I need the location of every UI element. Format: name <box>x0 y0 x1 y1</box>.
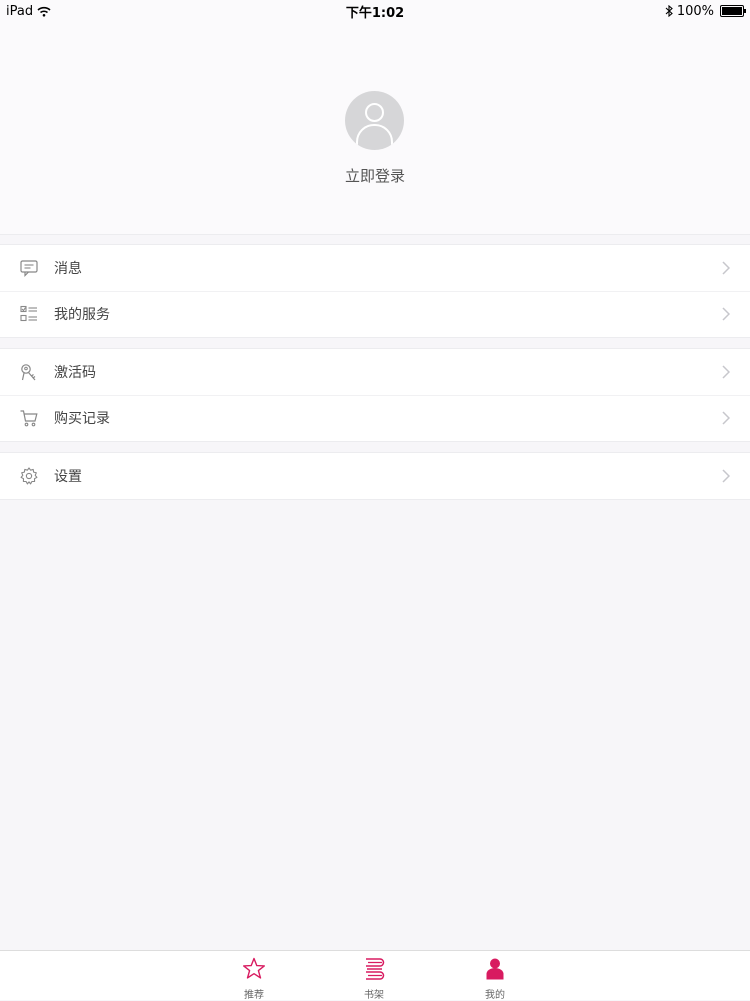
chat-bubble-icon <box>20 260 38 277</box>
tab-bar: 推荐 书架 我的 <box>0 950 750 1001</box>
chevron-right-icon <box>722 307 730 321</box>
star-icon <box>243 957 265 979</box>
cart-icon <box>20 410 38 427</box>
menu-item-activation-code[interactable]: 激活码 <box>0 349 750 395</box>
tab-mine[interactable]: 我的 <box>465 951 525 1001</box>
bluetooth-icon <box>665 5 673 17</box>
menu-label-activation-code: 激活码 <box>54 365 96 381</box>
menu-label-settings: 设置 <box>54 469 82 485</box>
menu-item-settings[interactable]: 设置 <box>0 453 750 499</box>
person-icon <box>486 958 504 980</box>
gear-icon <box>20 467 38 485</box>
menu-item-purchase-history[interactable]: 购买记录 <box>0 395 750 441</box>
books-icon <box>366 958 385 980</box>
checklist-icon <box>20 305 37 322</box>
device-name: iPad <box>6 3 34 19</box>
avatar[interactable] <box>345 91 404 150</box>
menu-item-messages[interactable]: 消息 <box>0 245 750 291</box>
tab-bookshelf[interactable]: 书架 <box>344 951 404 1001</box>
chevron-right-icon <box>722 261 730 275</box>
chevron-right-icon <box>722 365 730 379</box>
menu-group-purchase: 激活码 购买记录 <box>0 348 750 442</box>
menu-label-my-services: 我的服务 <box>54 307 110 323</box>
battery-percent: 100% <box>676 3 714 19</box>
avatar-head-shape <box>365 103 384 122</box>
avatar-body-shape <box>356 124 393 150</box>
login-link[interactable]: 立即登录 <box>0 165 750 186</box>
status-bar: iPad 下午1:02 100% <box>0 0 750 22</box>
tab-label-recommend: 推荐 <box>244 990 264 1001</box>
menu-group-settings: 设置 <box>0 452 750 500</box>
chevron-right-icon <box>722 469 730 483</box>
status-time: 下午1:02 <box>345 5 405 21</box>
menu-label-purchase-history: 购买记录 <box>54 411 110 427</box>
tab-label-mine: 我的 <box>485 990 505 1001</box>
battery-icon <box>720 5 746 17</box>
menu-item-my-services[interactable]: 我的服务 <box>0 291 750 337</box>
tab-label-bookshelf: 书架 <box>364 990 384 1001</box>
menu-label-messages: 消息 <box>54 261 82 277</box>
tab-recommend[interactable]: 推荐 <box>224 951 284 1001</box>
wifi-icon <box>37 6 51 17</box>
profile-header: 立即登录 <box>0 0 750 235</box>
chevron-right-icon <box>722 411 730 425</box>
menu-group-account: 消息 我的服务 <box>0 244 750 338</box>
key-icon <box>21 364 36 381</box>
